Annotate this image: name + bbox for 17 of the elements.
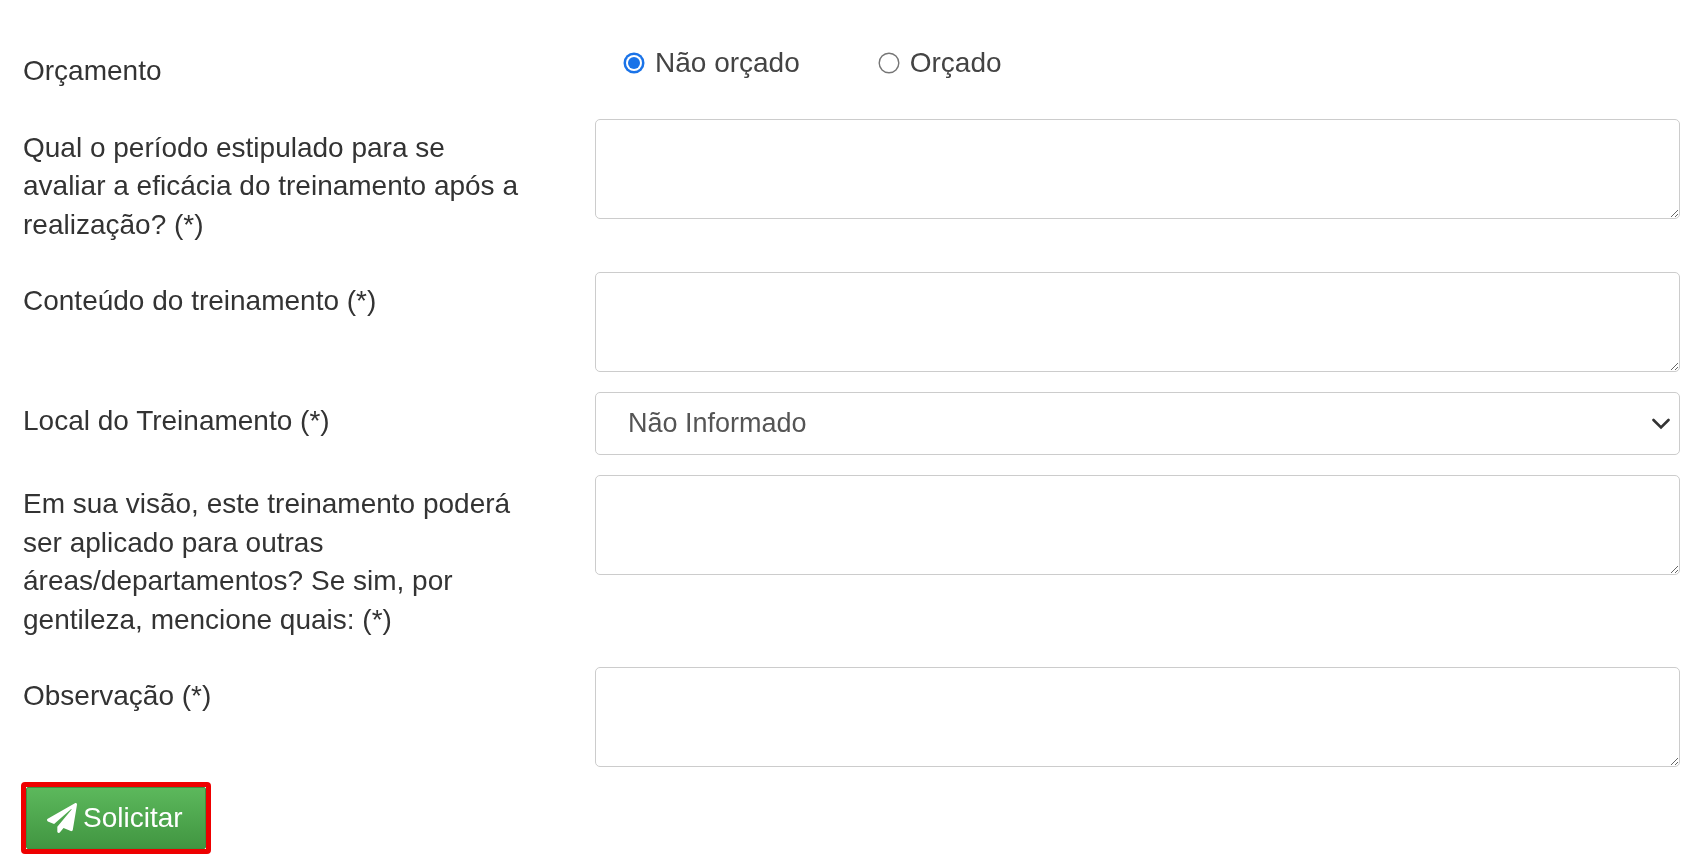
text-area[interactable] [595,118,1680,219]
select-field[interactable]: Não Informado [595,392,1680,455]
text-area[interactable] [595,272,1680,372]
chevron-down-icon [1652,417,1670,430]
radio-button[interactable] [623,52,645,74]
text-area[interactable] [595,475,1680,575]
radio-label[interactable]: Orçado [909,44,1002,82]
paper-plane-icon [47,803,77,833]
radio-label[interactable]: Não orçado [655,44,800,82]
field-label: Observação (*) [23,679,213,713]
field-label: Em sua visão, este treinamento poderá ser aplicado para outras áreas/departamentos? Se sim, por gentileza, mencione quais: (*) [23,487,512,637]
field-label: Orçamento [23,54,163,88]
text-area[interactable] [595,667,1680,767]
field-label: Qual o período estipulado para se avaliar a eficácia do treinamento após a realização? (*) [23,130,519,242]
field-label: Local do Treinamento (*) [23,404,331,438]
radio-button[interactable] [877,52,900,74]
field-label: Conteúdo do treinamento (*) [23,284,378,318]
